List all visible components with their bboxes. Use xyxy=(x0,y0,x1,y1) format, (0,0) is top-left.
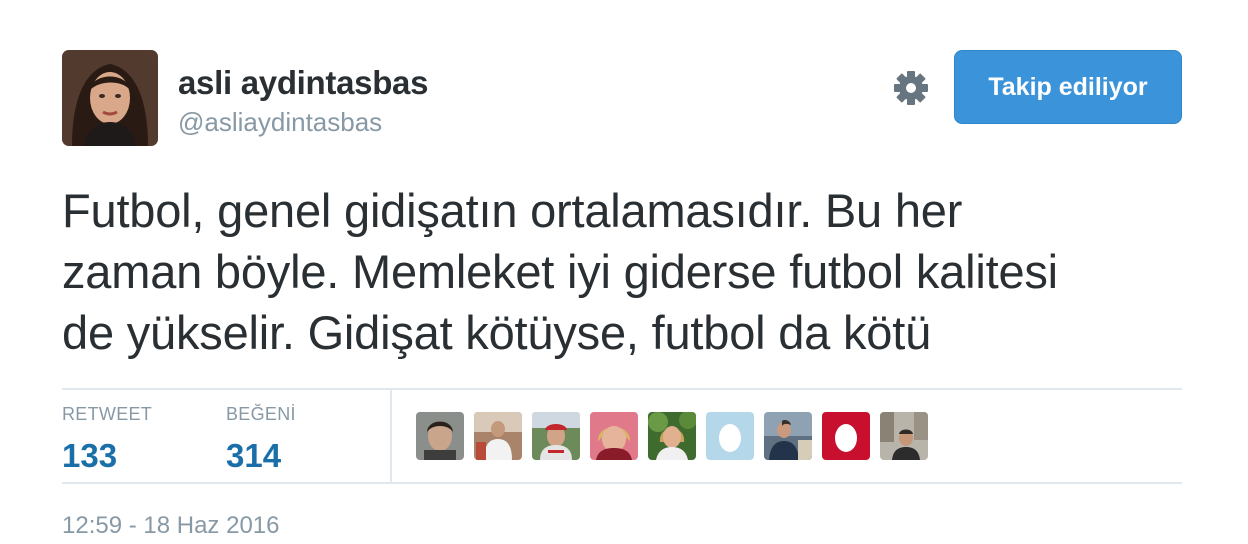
retweet-label: RETWEET xyxy=(62,404,153,424)
tweet-timestamp[interactable]: 12:59 - 18 Haz 2016 xyxy=(62,512,280,540)
tweet-text: Futbol, genel gidişatın ortalamasıdır. B… xyxy=(62,180,1192,363)
retweet-stat[interactable]: RETWEET 133 xyxy=(62,404,152,475)
following-button[interactable]: Takip ediliyor xyxy=(954,50,1182,124)
profile-photo xyxy=(62,50,158,146)
divider xyxy=(62,482,1182,484)
user-handle[interactable]: @asliaydintasbas xyxy=(178,107,382,138)
likers-list xyxy=(416,412,928,460)
liker-avatar[interactable] xyxy=(706,412,754,460)
divider xyxy=(390,390,392,482)
liker-avatar[interactable] xyxy=(764,412,812,460)
avatar[interactable] xyxy=(62,50,158,146)
liker-avatar[interactable] xyxy=(416,412,464,460)
divider xyxy=(62,388,1182,390)
like-label: BEĞENİ xyxy=(226,404,296,424)
liker-avatar[interactable] xyxy=(880,412,928,460)
liker-avatar[interactable] xyxy=(590,412,638,460)
like-count: 314 xyxy=(226,437,282,474)
liker-avatar[interactable] xyxy=(822,412,870,460)
liker-avatar[interactable] xyxy=(648,412,696,460)
tweet-line: Futbol, genel gidişatın ortalamasıdır. B… xyxy=(62,184,963,237)
retweet-count: 133 xyxy=(62,437,118,474)
liker-avatar[interactable] xyxy=(474,412,522,460)
gear-icon[interactable] xyxy=(889,66,933,110)
liker-avatar[interactable] xyxy=(532,412,580,460)
like-stat[interactable]: BEĞENİ 314 xyxy=(226,404,296,475)
tweet-line: zaman böyle. Memleket iyi giderse futbol… xyxy=(62,245,1058,298)
display-name[interactable]: asli aydintasbas xyxy=(178,64,428,102)
tweet-line: de yükselir. Gidişat kötüyse, futbol da … xyxy=(62,306,932,359)
